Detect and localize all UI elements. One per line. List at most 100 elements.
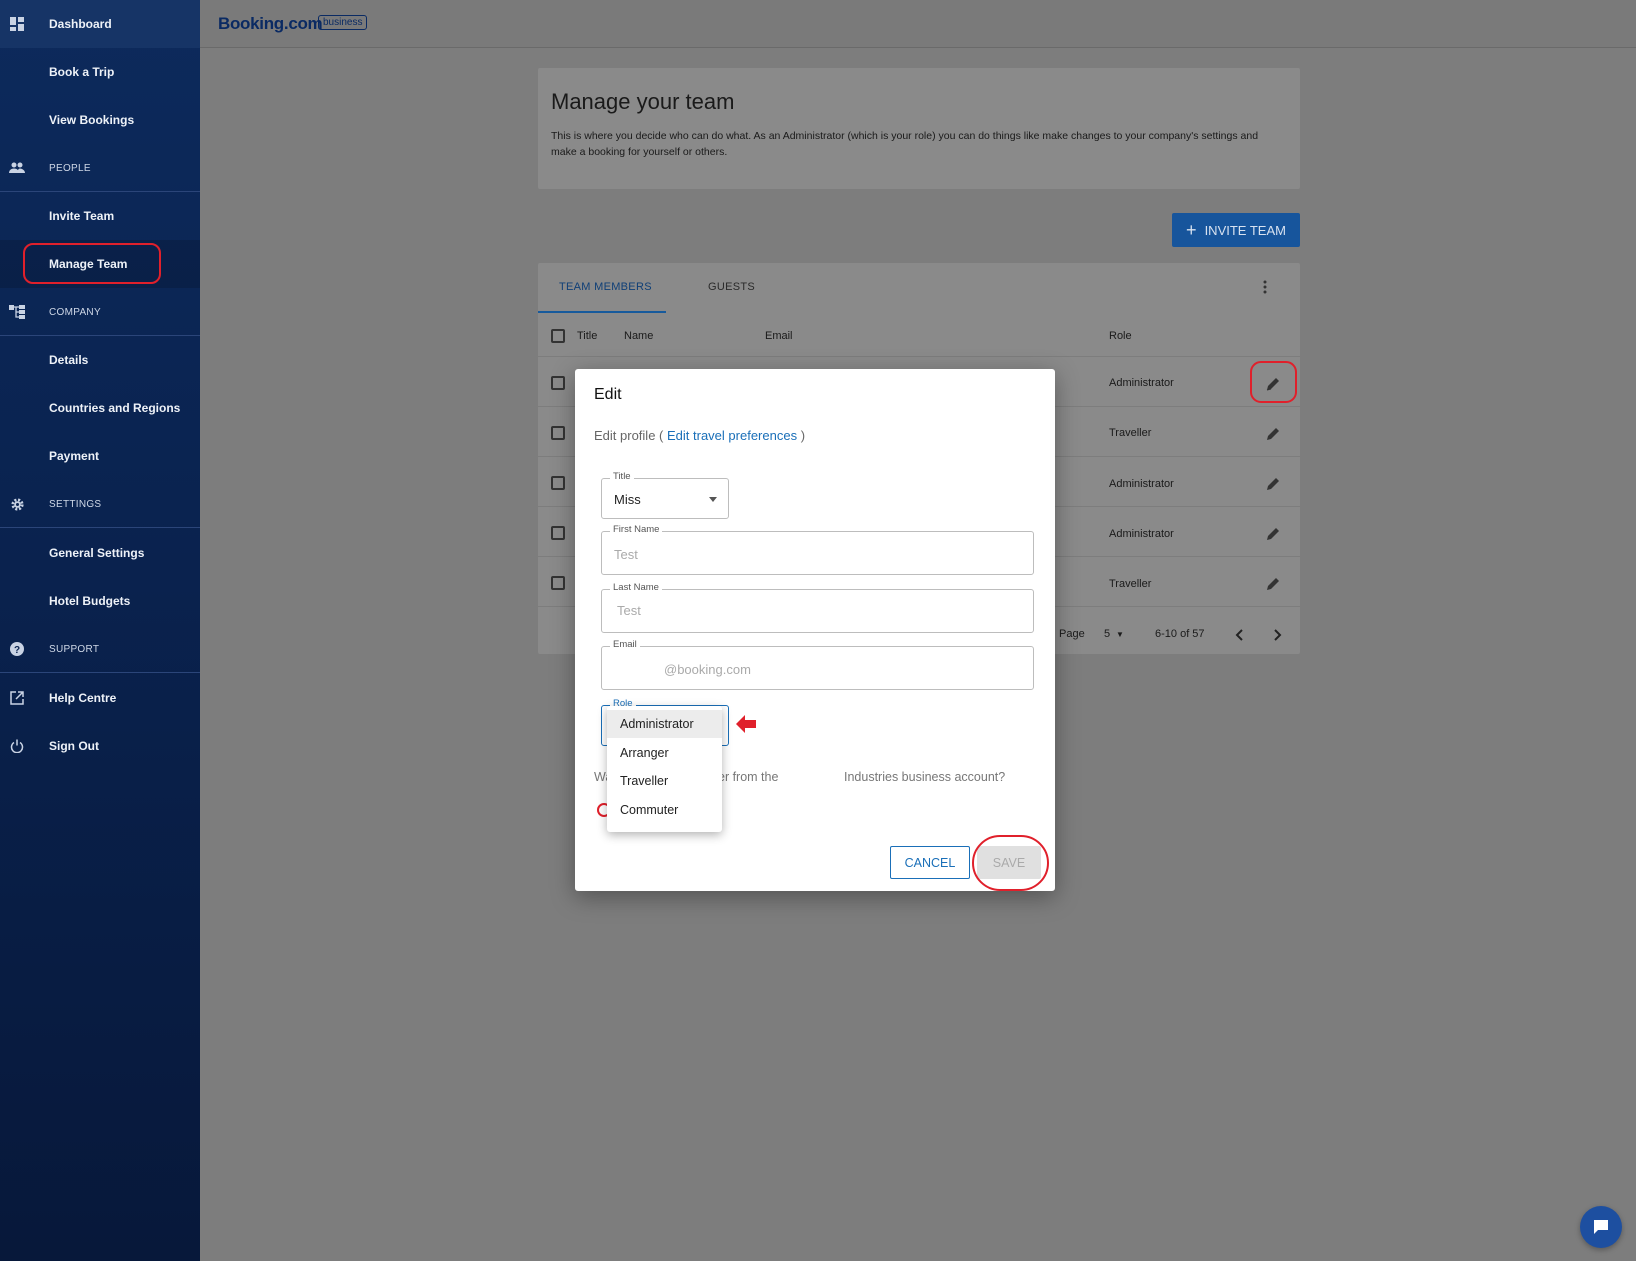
chat-button[interactable]: [1580, 1206, 1622, 1248]
people-icon: [8, 159, 26, 177]
role-option-traveller[interactable]: Traveller: [607, 767, 722, 795]
last-name-value: Test: [617, 603, 641, 618]
highlight-ring-edit: [1250, 361, 1297, 403]
active-tab-indicator: [538, 311, 666, 313]
remove-user-text-end: Industries business account?: [844, 770, 1006, 784]
chat-icon: [1594, 1220, 1608, 1234]
highlight-ring-manage-team: [23, 243, 161, 284]
sidebar-section-people: PEOPLE: [0, 144, 200, 192]
row-checkbox[interactable]: [551, 376, 565, 390]
title-select[interactable]: Title Miss: [601, 471, 729, 519]
sidebar-item-label: Sign Out: [49, 739, 99, 753]
sidebar-item-label: Payment: [49, 449, 100, 463]
dropdown-caret-icon: [709, 497, 717, 502]
sidebar-item-label: Hotel Budgets: [49, 594, 131, 608]
row-checkbox[interactable]: [551, 526, 565, 540]
tab-team-members[interactable]: TEAM MEMBERS: [559, 281, 652, 293]
sidebar-section-settings: SETTINGS: [0, 480, 200, 528]
column-header-email[interactable]: Email: [765, 330, 793, 342]
page-size-select[interactable]: 5: [1104, 628, 1110, 640]
dialog-subtitle: Edit profile ( Edit travel preferences ): [594, 428, 805, 443]
dialog-title: Edit: [594, 386, 622, 403]
sidebar-item-label: General Settings: [49, 546, 145, 560]
email-value: @booking.com: [664, 662, 751, 677]
highlight-ring-save: [972, 835, 1049, 891]
row-checkbox[interactable]: [551, 476, 565, 490]
sidebar-item-book-a-trip[interactable]: Book a Trip: [0, 48, 200, 96]
row-divider: [538, 356, 1300, 357]
sidebar-item-view-bookings[interactable]: View Bookings: [0, 96, 200, 144]
column-header-role[interactable]: Role: [1109, 330, 1132, 342]
edit-pencil-icon[interactable]: [1265, 426, 1281, 442]
sidebar-item-label: Details: [49, 353, 89, 367]
top-header: Booking.com business: [200, 0, 1636, 48]
sidebar-section-label: COMPANY: [49, 306, 101, 318]
sidebar-section-support: ? SUPPORT: [0, 625, 200, 673]
sidebar-section-label: SUPPORT: [49, 643, 100, 655]
select-all-checkbox[interactable]: [551, 329, 565, 343]
first-name-field[interactable]: First Name Test: [601, 524, 1034, 575]
remove-user-text-middle: er from the: [718, 770, 779, 784]
sidebar-item-help-centre[interactable]: Help Centre: [0, 674, 200, 722]
brand-badge: business: [318, 15, 368, 30]
column-header-title[interactable]: Title: [577, 330, 597, 342]
brand-logo[interactable]: Booking.com: [218, 14, 323, 34]
last-name-label: Last Name: [610, 582, 662, 593]
email-label: Email: [610, 639, 640, 650]
title-label: Title: [610, 471, 634, 482]
tab-guests[interactable]: GUESTS: [708, 281, 755, 293]
prev-page-icon[interactable]: [1234, 628, 1246, 642]
sidebar-item-label: Countries and Regions: [49, 401, 181, 415]
first-name-value: Test: [614, 547, 638, 562]
page-title: Manage your team: [551, 89, 735, 114]
sidebar-section-company: COMPANY: [0, 288, 200, 336]
subtitle-suffix: ): [800, 428, 806, 443]
role-dropdown-menu: Administrator Arranger Traveller Commute…: [607, 706, 722, 832]
table-row-role: Administrator: [1109, 478, 1174, 490]
edit-pencil-icon[interactable]: [1265, 526, 1281, 542]
invite-team-button[interactable]: + INVITE TEAM: [1172, 213, 1300, 247]
pager-label: Page: [1059, 628, 1085, 640]
pointer-arrow-icon: [736, 715, 756, 733]
gear-icon: [8, 495, 26, 513]
sidebar-item-label: Dashboard: [49, 17, 112, 31]
role-option-arranger[interactable]: Arranger: [607, 739, 722, 767]
external-link-icon: [8, 689, 26, 707]
row-checkbox[interactable]: [551, 576, 565, 590]
edit-travel-preferences-link[interactable]: Edit travel preferences: [667, 428, 797, 443]
role-option-administrator[interactable]: Administrator: [607, 710, 722, 738]
sidebar-item-hotel-budgets[interactable]: Hotel Budgets: [0, 577, 200, 625]
first-name-label: First Name: [610, 524, 663, 535]
title-value: Miss: [614, 492, 641, 507]
next-page-icon[interactable]: [1271, 628, 1283, 642]
sidebar-item-details[interactable]: Details: [0, 336, 200, 384]
svg-text:?: ?: [14, 645, 20, 656]
invite-team-label: INVITE TEAM: [1204, 222, 1286, 238]
sidebar-item-dashboard[interactable]: Dashboard: [0, 0, 200, 48]
more-options-icon[interactable]: [1257, 279, 1273, 295]
sidebar-item-payment[interactable]: Payment: [0, 432, 200, 480]
email-field[interactable]: Email @booking.com: [601, 639, 1034, 690]
sidebar: Dashboard Book a Trip View Bookings PEOP…: [0, 0, 200, 1261]
sidebar-item-sign-out[interactable]: Sign Out: [0, 722, 200, 770]
sidebar-item-label: Book a Trip: [49, 65, 115, 79]
sidebar-item-countries-and-regions[interactable]: Countries and Regions: [0, 384, 200, 432]
help-icon: ?: [8, 640, 26, 658]
dashboard-icon: [8, 15, 26, 33]
edit-pencil-icon[interactable]: [1265, 576, 1281, 592]
column-header-name[interactable]: Name: [624, 330, 653, 342]
role-option-commuter[interactable]: Commuter: [607, 796, 722, 824]
cancel-button[interactable]: CANCEL: [890, 846, 970, 879]
sidebar-item-label: View Bookings: [49, 113, 135, 127]
subtitle-prefix: Edit profile (: [594, 428, 664, 443]
last-name-field[interactable]: Last Name Test: [601, 582, 1034, 633]
page-size-caret-icon: ▼: [1116, 630, 1124, 639]
sidebar-section-label: SETTINGS: [49, 498, 102, 510]
sidebar-item-general-settings[interactable]: General Settings: [0, 529, 200, 577]
pager-range: 6-10 of 57: [1155, 628, 1205, 640]
row-checkbox[interactable]: [551, 426, 565, 440]
plus-icon: +: [1186, 220, 1197, 240]
sidebar-item-invite-team[interactable]: Invite Team: [0, 192, 200, 240]
company-icon: [8, 303, 26, 321]
edit-pencil-icon[interactable]: [1265, 476, 1281, 492]
